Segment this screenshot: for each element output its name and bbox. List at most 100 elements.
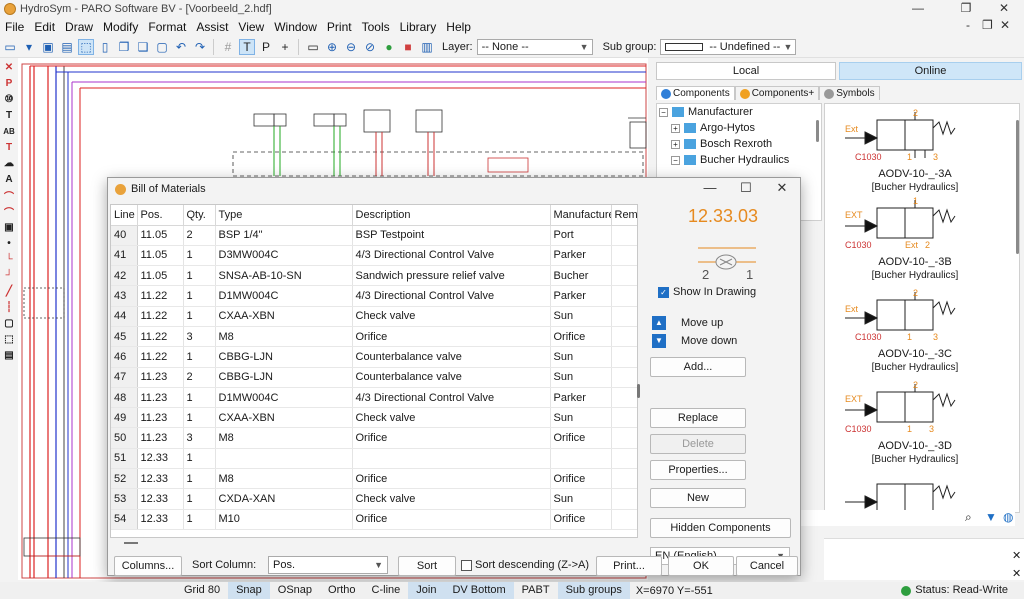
- symbol-item[interactable]: Ext C1030 1 2 3 AODV-10-_-3A [Bucher Hyd…: [825, 108, 1005, 196]
- cell-pos[interactable]: 12.33: [137, 468, 184, 490]
- cell-qty[interactable]: 1: [183, 346, 216, 368]
- collapse-icon[interactable]: −: [659, 107, 668, 117]
- table-row[interactable]: 46 11.22 1 CBBG-LJN Counterbalance valve Sun: [111, 346, 637, 368]
- crosshair-icon[interactable]: +: [277, 39, 293, 55]
- cell-type[interactable]: M8: [215, 326, 353, 348]
- column-header-description[interactable]: Description: [352, 205, 551, 226]
- cell-qty[interactable]: 1: [183, 265, 216, 287]
- dialog-minimize-button[interactable]: —: [692, 180, 728, 195]
- cell-pos[interactable]: 11.23: [137, 387, 184, 409]
- cell-description[interactable]: 4/3 Directional Control Valve: [352, 245, 551, 267]
- sort-column-select[interactable]: Pos. ▼: [268, 556, 388, 574]
- table-row[interactable]: 48 11.23 1 D1MW004C 4/3 Directional Control …: [111, 387, 637, 409]
- properties-button[interactable]: Properties...: [650, 460, 746, 480]
- add-button[interactable]: Add...: [650, 357, 746, 377]
- tree-scrollbar[interactable]: [816, 120, 819, 142]
- cell-description[interactable]: BSP Testpoint: [352, 225, 551, 246]
- zoom-fit-icon[interactable]: ⊘: [362, 39, 378, 55]
- table-row[interactable]: 53 12.33 1 CXDA-XAN Check valve Sun: [111, 488, 637, 510]
- cell-type[interactable]: SNSA-AB-10-SN: [215, 265, 353, 287]
- cell-qty[interactable]: 2: [183, 367, 216, 388]
- menu-library[interactable]: Library: [395, 20, 442, 34]
- cell-manufacturer[interactable]: Orifice: [550, 427, 612, 449]
- cell-remarks[interactable]: [611, 346, 637, 368]
- text-tool-icon[interactable]: T: [239, 38, 255, 55]
- port-tool-icon[interactable]: P: [258, 39, 274, 55]
- pipe-icon[interactable]: └: [2, 252, 16, 266]
- sort-button[interactable]: Sort: [398, 556, 456, 576]
- status-toggle-c-line[interactable]: C-line: [364, 582, 409, 599]
- table-row[interactable]: 51 12.33 1: [111, 448, 637, 470]
- subgroup-select[interactable]: -- Undefined -- ▼: [660, 38, 797, 55]
- cell-remarks[interactable]: [611, 407, 637, 429]
- cell-description[interactable]: 4/3 Directional Control Valve: [352, 387, 551, 409]
- tab-components-plus[interactable]: Components+: [734, 86, 820, 100]
- cell-remarks[interactable]: [611, 448, 637, 470]
- cell-remarks[interactable]: [611, 306, 637, 327]
- cell-type[interactable]: CBBG-LJN: [215, 346, 353, 368]
- cell-manufacturer[interactable]: [550, 448, 612, 470]
- cell-pos[interactable]: 11.05: [137, 225, 184, 246]
- cell-description[interactable]: [352, 448, 551, 470]
- table-row[interactable]: 54 12.33 1 M10 Orifice Orifice: [111, 509, 637, 530]
- tree-item-bosch-rexroth[interactable]: + Bosch Rexroth: [657, 136, 821, 152]
- cell-qty[interactable]: 3: [183, 326, 216, 348]
- cell-manufacturer[interactable]: Sun: [550, 367, 612, 388]
- cell-qty[interactable]: 1: [183, 306, 216, 327]
- cell-type[interactable]: D3MW004C: [215, 245, 353, 267]
- child-restore-button[interactable]: ❐: [982, 18, 993, 32]
- print-button[interactable]: Print...: [596, 556, 662, 576]
- attribute-icon[interactable]: A: [2, 172, 16, 186]
- cancel-button[interactable]: Cancel: [736, 556, 798, 576]
- cell-type[interactable]: [215, 448, 353, 470]
- cell-manufacturer[interactable]: Parker: [550, 245, 612, 267]
- tab-symbols[interactable]: Symbols: [819, 86, 880, 100]
- status-toggle-join[interactable]: Join: [408, 582, 445, 599]
- online-toggle[interactable]: Online: [839, 62, 1022, 80]
- collapse-icon[interactable]: −: [671, 155, 680, 165]
- move-down-button[interactable]: ▼ Move down: [652, 334, 737, 348]
- new-button[interactable]: New: [650, 488, 746, 508]
- close-icon[interactable]: ✕: [1012, 549, 1021, 562]
- redo-icon[interactable]: ↷: [192, 39, 208, 55]
- cell-description[interactable]: Orifice: [352, 509, 551, 530]
- cell-manufacturer[interactable]: Sun: [550, 306, 612, 327]
- cell-remarks[interactable]: [611, 387, 637, 409]
- delete-button[interactable]: Delete: [650, 434, 746, 454]
- column-header-remarks[interactable]: Rem: [611, 205, 637, 226]
- expand-icon[interactable]: +: [671, 123, 680, 133]
- select-box-icon[interactable]: ⬚: [2, 332, 16, 346]
- select-icon[interactable]: ⬚: [78, 38, 94, 55]
- cell-description[interactable]: Counterbalance valve: [352, 367, 551, 388]
- child-close-button[interactable]: ✕: [1000, 18, 1010, 32]
- column-header-pos[interactable]: Pos.: [137, 205, 184, 226]
- cell-remarks[interactable]: [611, 488, 637, 510]
- cell-description[interactable]: Counterbalance valve: [352, 346, 551, 368]
- cell-manufacturer[interactable]: Port: [550, 225, 612, 246]
- menu-print[interactable]: Print: [322, 20, 357, 34]
- tree-item-manufacturer[interactable]: − Manufacturer: [657, 104, 821, 120]
- table-row[interactable]: 42 11.05 1 SNSA-AB-10-SN Sandwich pressure r…: [111, 265, 637, 287]
- table-row[interactable]: 47 11.23 2 CBBG-LJN Counterbalance valve Sun: [111, 367, 637, 388]
- cell-remarks[interactable]: [611, 265, 637, 287]
- table-row[interactable]: 49 11.23 1 CXAA-XBN Check valve Sun: [111, 407, 637, 429]
- table-row[interactable]: 40 11.05 2 BSP 1/4" BSP Testpoint Port: [111, 225, 637, 246]
- cell-pos[interactable]: 12.33: [137, 448, 184, 470]
- cell-description[interactable]: Orifice: [352, 468, 551, 490]
- column-header-type[interactable]: Type: [215, 205, 353, 226]
- cell-manufacturer[interactable]: Parker: [550, 285, 612, 307]
- column-header-qty[interactable]: Qty.: [183, 205, 216, 226]
- cell-type[interactable]: BSP 1/4": [215, 225, 353, 246]
- cell-pos[interactable]: 11.05: [137, 265, 184, 287]
- status-toggle-sub-groups[interactable]: Sub groups: [557, 582, 630, 599]
- cell-description[interactable]: Orifice: [352, 326, 551, 348]
- column-header-manufacturer[interactable]: Manufacturer: [550, 205, 612, 226]
- move-up-button[interactable]: ▲ Move up: [652, 316, 723, 330]
- symbol-item[interactable]: EXT C1030 1 2 3 AODV-10-_-3D [Bucher Hyd…: [825, 380, 1005, 468]
- tree-item-bucher-hydraulics[interactable]: − Bucher Hydraulics: [657, 152, 821, 168]
- symbol-item[interactable]: [825, 472, 1005, 512]
- cell-type[interactable]: D1MW004C: [215, 285, 353, 307]
- cell-type[interactable]: D1MW004C: [215, 387, 353, 409]
- layer-select[interactable]: -- None -- ▼: [476, 38, 593, 55]
- cell-pos[interactable]: 11.23: [137, 367, 184, 388]
